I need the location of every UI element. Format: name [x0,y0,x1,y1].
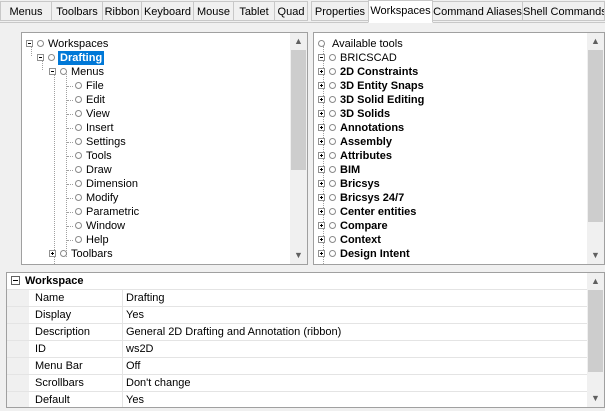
circle-icon [329,54,336,61]
circle-icon [75,124,82,131]
workspaces-tree-panel: Workspaces Drafting Menus File Edit View… [21,32,308,265]
expand-icon[interactable] [318,68,325,75]
property-row[interactable]: Description General 2D Drafting and Annot… [7,323,589,340]
scroll-thumb[interactable] [588,50,603,222]
circle-icon [329,180,336,187]
circle-icon [75,96,82,103]
expand-icon[interactable] [318,152,325,159]
tab-workspaces[interactable]: Workspaces [368,0,433,23]
collapse-icon[interactable] [26,40,33,47]
circle-icon [329,110,336,117]
property-section-header[interactable]: Workspace [7,273,589,289]
right-tree-scrollbar[interactable]: ▲ ▼ [587,33,604,264]
property-row[interactable]: Name Drafting [7,289,589,306]
scroll-down-icon[interactable]: ▼ [290,247,307,264]
circle-icon [329,250,336,257]
scroll-up-icon[interactable]: ▲ [587,273,604,290]
tab-shell-commands[interactable]: Shell Commands [522,1,605,21]
tab-keyboard[interactable]: Keyboard [141,1,194,21]
circle-icon [75,138,82,145]
circle-icon [329,138,336,145]
tab-quad[interactable]: Quad [274,1,308,21]
scroll-down-icon[interactable]: ▼ [587,247,604,264]
collapse-icon[interactable] [11,276,20,285]
property-value[interactable]: Off [122,358,140,374]
circle-icon [329,68,336,75]
property-value[interactable]: Yes [122,307,144,323]
scroll-up-icon[interactable]: ▲ [587,33,604,50]
circle-icon [75,208,82,215]
workspace-property-grid: Workspace Name Drafting Display Yes Descri… [6,272,605,408]
circle-icon [318,40,325,47]
property-row[interactable]: Menu Bar Off [7,357,589,374]
circle-icon [75,82,82,89]
scroll-down-icon[interactable]: ▼ [587,390,604,407]
circle-icon [329,124,336,131]
circle-icon [329,96,336,103]
circle-icon [75,110,82,117]
tab-menus[interactable]: Menus [0,1,52,21]
tab-tablet[interactable]: Tablet [233,1,275,21]
circle-icon [75,236,82,243]
expand-icon[interactable] [318,250,325,257]
property-row[interactable]: Default Yes [7,391,589,407]
available-tools-panel: Available tools BRICSCAD 2D Constraints … [313,32,605,265]
circle-icon [60,68,67,75]
property-value[interactable]: General 2D Drafting and Annotation (ribb… [122,324,341,340]
circle-icon [75,152,82,159]
expand-icon[interactable] [318,166,325,173]
collapse-icon[interactable] [318,54,325,61]
circle-icon [329,82,336,89]
tab-command-aliases[interactable]: Command Aliases [432,1,523,21]
expand-icon[interactable] [318,222,325,229]
circle-icon [48,54,55,61]
expand-icon[interactable] [318,180,325,187]
collapse-icon[interactable] [37,54,44,61]
circle-icon [329,222,336,229]
circle-icon [60,250,67,257]
scroll-thumb[interactable] [291,50,306,170]
expand-icon[interactable] [318,96,325,103]
available-tools-tree: Available tools BRICSCAD 2D Constraints … [314,33,587,264]
tab-toolbars[interactable]: Toolbars [51,1,103,21]
circle-icon [329,194,336,201]
tab-bar: Menus Toolbars Ribbon Keyboard Mouse Tab… [0,0,605,23]
expand-icon[interactable] [318,208,325,215]
expand-icon[interactable] [49,250,56,257]
tab-ribbon[interactable]: Ribbon [102,1,142,21]
circle-icon [329,166,336,173]
property-value[interactable]: Yes [122,392,144,407]
circle-icon [329,152,336,159]
circle-icon [75,222,82,229]
expand-icon[interactable] [318,194,325,201]
expand-icon[interactable] [318,124,325,131]
circle-icon [75,194,82,201]
circle-icon [37,40,44,47]
expand-icon[interactable] [318,82,325,89]
property-row[interactable]: ID ws2D [7,340,589,357]
expand-icon[interactable] [318,138,325,145]
property-value[interactable]: Don't change [122,375,190,391]
expand-icon[interactable] [318,236,325,243]
expand-icon[interactable] [318,110,325,117]
property-value[interactable]: ws2D [122,341,154,357]
collapse-icon[interactable] [49,68,56,75]
workspaces-tree: Workspaces Drafting Menus File Edit View… [22,33,290,264]
left-tree-scrollbar[interactable]: ▲ ▼ [290,33,307,264]
circle-icon [75,180,82,187]
circle-icon [75,166,82,173]
property-grid-scrollbar[interactable]: ▲ ▼ [587,273,604,407]
scroll-thumb[interactable] [588,290,603,372]
scroll-up-icon[interactable]: ▲ [290,33,307,50]
tab-mouse[interactable]: Mouse [193,1,234,21]
property-row[interactable]: Scrollbars Don't change [7,374,589,391]
property-row[interactable]: Display Yes [7,306,589,323]
tab-properties[interactable]: Properties [311,1,369,21]
circle-icon [329,236,336,243]
property-value[interactable]: Drafting [122,290,165,306]
circle-icon [329,208,336,215]
